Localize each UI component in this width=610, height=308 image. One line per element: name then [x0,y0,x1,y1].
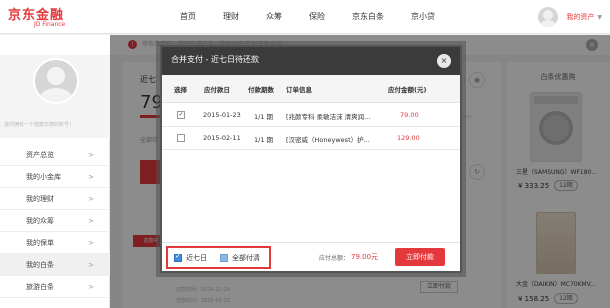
user-menu[interactable]: 我的资产 ▼ [538,6,602,28]
user-avatar-icon[interactable] [538,7,559,27]
sidebar-item-label: 我的众筹 [26,217,54,225]
pay-now-button[interactable]: 立即付款 [395,248,445,266]
dialog-header: 合并支付 - 近七日待还款 × [162,47,460,75]
total-value: 79.00元 [351,253,379,261]
filter-all-label[interactable]: 全部付清 [232,253,260,263]
sidebar-item-wealth[interactable]: 我的理财 > [0,188,110,210]
sidebar-item-label: 我的保单 [26,239,54,247]
repayment-filter-group: 近七日 全部付清 [166,246,271,269]
column-header-amount: 应付金额(元) [388,86,427,94]
nav-item-insurance[interactable]: 保险 [309,0,325,34]
table-row[interactable]: 2015-02-11 1/1 期 [汉密威（Honeywest）护... 129… [162,127,460,150]
sidebar-item-asset-overview[interactable]: 资产总览 > [0,144,110,166]
filter-recent-label[interactable]: 近七日 [186,253,207,263]
sidebar-item-label: 资产总览 [26,151,54,159]
sidebar-item-label: 我的小金库 [26,173,61,181]
chevron-right-icon: > [88,283,94,291]
account-menu: 资产总览 > 我的小金库 > 我的理财 > 我的众筹 > 我的保单 > 我的白条 > 旅游白… [0,144,110,298]
filter-all-checkbox[interactable] [220,254,228,262]
table-row[interactable]: ✓ 2015-01-23 1/1 期 [兆颜专科 柔敏洁沫 清爽润... 79.… [162,104,460,127]
order-info[interactable]: [兆颜专科 柔敏洁沫 清爽润... [286,111,370,121]
chevron-right-icon: > [88,195,94,203]
period: 1/1 期 [254,113,274,121]
profile-hint-text: 還你拥有一个健康华丽的账号！ [4,122,75,128]
left-sidebar: 還你拥有一个健康华丽的账号！ 资产总览 > 我的小金库 > 我的理财 > 我的众筹 > … [0,56,110,308]
chevron-down-icon[interactable]: ▼ [597,14,602,21]
sidebar-item-crowdfunding[interactable]: 我的众筹 > [0,210,110,232]
column-header-select: 选择 [174,86,187,94]
dialog-title: 合并支付 - 近七日待还款 [171,55,259,64]
due-date: 2015-01-23 [203,111,241,119]
nav-item-home[interactable]: 首页 [180,0,196,34]
top-navigation-bar: 京东金融 JD Finance 首页 理财 众筹 保险 京东白条 京小贷 我的资… [0,0,610,34]
nav-item-wealth[interactable]: 理财 [223,0,239,34]
profile-card: 還你拥有一个健康华丽的账号！ [0,56,110,138]
column-header-order-info: 订单信息 [286,86,312,94]
sidebar-item-policies[interactable]: 我的保单 > [0,232,110,254]
main-nav: 首页 理财 众筹 保险 京东白条 京小贷 [180,0,462,34]
sidebar-item-vault[interactable]: 我的小金库 > [0,166,110,188]
chevron-right-icon: > [88,151,94,159]
row-checkbox[interactable]: ✓ [177,111,185,119]
amount-due: 129.00 [397,134,420,142]
sidebar-item-label: 旅游白条 [26,283,54,291]
order-info[interactable]: [汉密威（Honeywest）护... [286,134,370,144]
column-header-period: 付款期数 [248,86,274,94]
due-date: 2015-02-11 [203,134,241,142]
chevron-right-icon: > [88,217,94,225]
dialog-footer: 近七日 全部付清 应付总额： 79.00元 立即付款 [162,242,460,271]
table-header: 选择 应付款日 付款期数 订单信息 应付金额(元) [162,75,460,103]
my-assets-link[interactable]: 我的资产 [566,12,594,22]
chevron-right-icon: > [88,239,94,247]
amount-due: 79.00 [400,111,419,119]
close-icon[interactable]: × [437,54,451,68]
sidebar-item-travel-baitiao[interactable]: 旅游白条 > [0,276,110,298]
logo-subtitle: JD Finance [34,21,66,28]
nav-item-loan[interactable]: 京小贷 [411,0,435,34]
filter-recent-checkbox[interactable] [174,252,182,262]
merge-payment-dialog: 合并支付 - 近七日待还款 × 选择 应付款日 付款期数 订单信息 应付金额(元… [160,45,462,273]
sidebar-item-label: 我的理财 [26,195,54,203]
total-label: 应付总额： [319,255,350,262]
chevron-right-icon: > [88,173,94,181]
jd-finance-logo[interactable]: 京东金融 JD Finance [8,4,88,30]
row-checkbox[interactable] [177,134,185,142]
sidebar-item-label: 我的白条 [26,261,54,269]
chevron-right-icon: > [88,261,94,269]
sidebar-item-baitiao[interactable]: 我的白条 > [0,254,110,276]
period: 1/1 期 [254,136,274,144]
profile-avatar[interactable] [33,58,79,104]
nav-item-baitiao[interactable]: 京东白条 [352,0,384,34]
column-header-due-date: 应付款日 [204,86,230,94]
nav-item-crowdfunding[interactable]: 众筹 [266,0,282,34]
